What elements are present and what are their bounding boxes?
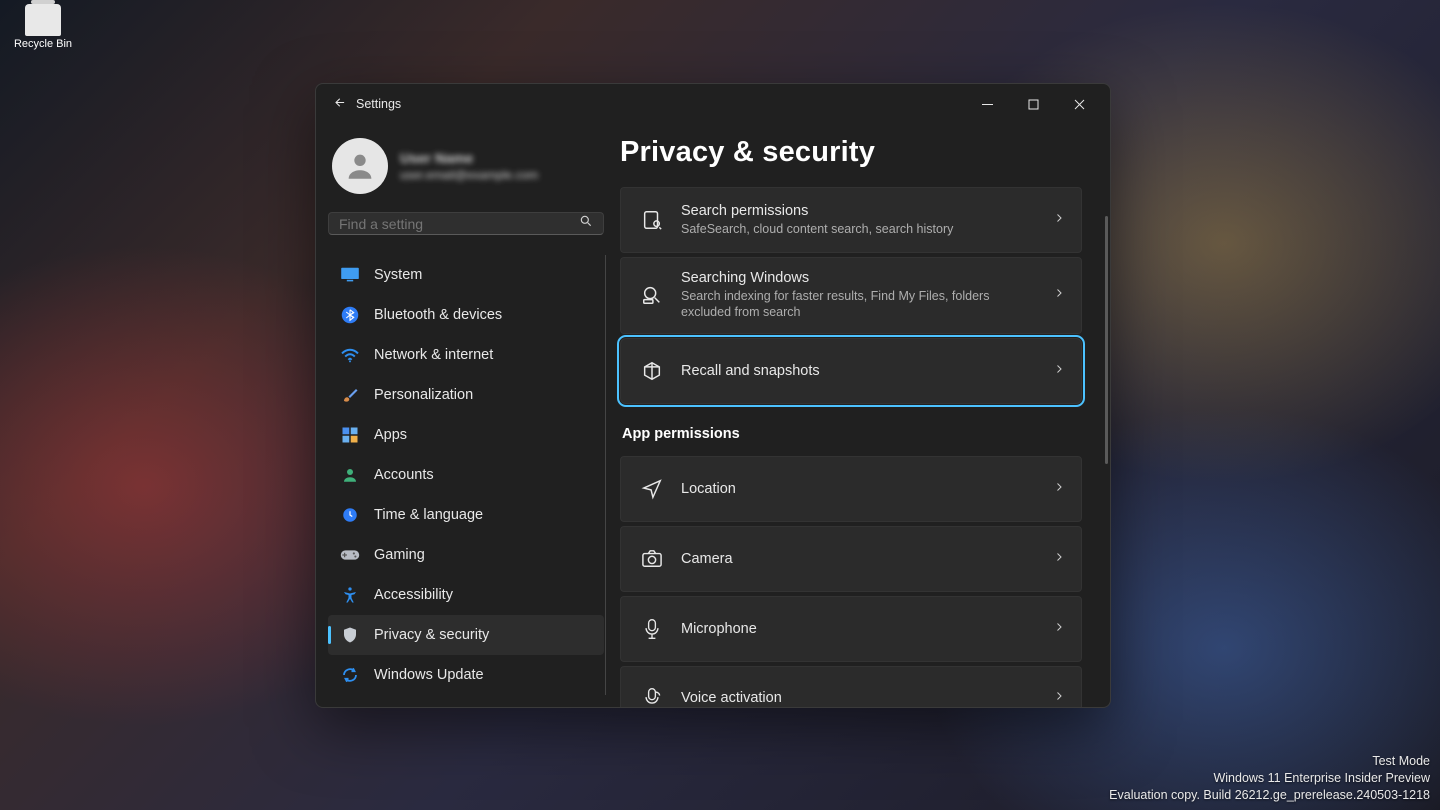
card-searching-windows[interactable]: Searching Windows Search indexing for fas… <box>620 257 1082 334</box>
search-input-wrap[interactable] <box>328 212 604 235</box>
nav-system[interactable]: System <box>328 255 604 295</box>
card-title: Microphone <box>681 621 1035 637</box>
maximize-button[interactable] <box>1010 88 1056 120</box>
recycle-bin-label: Recycle Bin <box>8 38 78 50</box>
search-page-icon <box>641 209 663 231</box>
nav-gaming[interactable]: Gaming <box>328 535 604 575</box>
sidebar: User Name user.email@example.com System … <box>316 124 616 707</box>
minimize-button[interactable] <box>964 88 1010 120</box>
profile-email: user.email@example.com <box>400 168 538 182</box>
watermark-line2: Windows 11 Enterprise Insider Preview <box>1109 770 1430 787</box>
nav-personalization[interactable]: Personalization <box>328 375 604 415</box>
watermark-line3: Evaluation copy. Build 26212.ge_prerelea… <box>1109 787 1430 804</box>
display-icon <box>340 265 360 285</box>
shield-icon <box>340 625 360 645</box>
chevron-right-icon <box>1053 286 1065 304</box>
desktop-watermark: Test Mode Windows 11 Enterprise Insider … <box>1109 753 1430 804</box>
person-icon <box>340 465 360 485</box>
scrollbar[interactable] <box>1105 216 1108 464</box>
apps-icon <box>340 425 360 445</box>
camera-icon <box>641 549 663 569</box>
nav-label: Gaming <box>374 547 425 563</box>
card-title: Recall and snapshots <box>681 363 1035 379</box>
voice-icon <box>641 687 663 707</box>
nav-update[interactable]: Windows Update <box>328 655 604 695</box>
recycle-bin-icon <box>25 4 61 36</box>
nav-label: Personalization <box>374 387 473 403</box>
chevron-right-icon <box>1053 550 1065 568</box>
nav-accounts[interactable]: Accounts <box>328 455 604 495</box>
search-index-icon <box>641 284 663 306</box>
card-subtitle: SafeSearch, cloud content search, search… <box>681 221 1035 237</box>
nav-label: System <box>374 267 422 283</box>
card-title: Searching Windows <box>681 270 1035 286</box>
gamepad-icon <box>340 545 360 565</box>
chevron-right-icon <box>1053 211 1065 229</box>
nav-label: Network & internet <box>374 347 493 363</box>
settings-window: Settings User Name user.email@example.co… <box>315 83 1111 708</box>
card-title: Search permissions <box>681 203 1035 219</box>
close-button[interactable] <box>1056 88 1102 120</box>
nav-accessibility[interactable]: Accessibility <box>328 575 604 615</box>
window-title: Settings <box>356 97 401 111</box>
profile-block[interactable]: User Name user.email@example.com <box>328 134 604 202</box>
page-title: Privacy & security <box>620 136 1086 169</box>
profile-name: User Name <box>400 150 538 166</box>
nav-label: Windows Update <box>374 667 484 683</box>
search-icon <box>579 214 593 233</box>
chevron-right-icon <box>1053 362 1065 380</box>
card-recall-snapshots[interactable]: Recall and snapshots <box>620 338 1082 404</box>
back-button[interactable] <box>324 95 352 114</box>
brush-icon <box>340 385 360 405</box>
nav-label: Accounts <box>374 467 434 483</box>
chevron-right-icon <box>1053 689 1065 707</box>
search-input[interactable] <box>339 216 579 232</box>
content: Privacy & security Search permissions Saf… <box>616 124 1110 707</box>
recycle-bin[interactable]: Recycle Bin <box>8 0 78 50</box>
bluetooth-icon <box>340 305 360 325</box>
nav-time[interactable]: Time & language <box>328 495 604 535</box>
clock-icon <box>340 505 360 525</box>
titlebar: Settings <box>316 84 1110 124</box>
nav-label: Time & language <box>374 507 483 523</box>
nav-label: Privacy & security <box>374 627 489 643</box>
card-title: Voice activation <box>681 690 1035 706</box>
card-subtitle: Search indexing for faster results, Find… <box>681 288 1035 321</box>
card-location[interactable]: Location <box>620 456 1082 522</box>
watermark-line1: Test Mode <box>1109 753 1430 770</box>
nav: System Bluetooth & devices Network & int… <box>328 255 604 695</box>
card-title: Camera <box>681 551 1035 567</box>
nav-network[interactable]: Network & internet <box>328 335 604 375</box>
avatar <box>332 138 388 194</box>
chevron-right-icon <box>1053 620 1065 638</box>
card-camera[interactable]: Camera <box>620 526 1082 592</box>
location-icon <box>641 478 663 500</box>
nav-bluetooth[interactable]: Bluetooth & devices <box>328 295 604 335</box>
section-app-permissions: App permissions <box>622 426 1082 442</box>
update-icon <box>340 665 360 685</box>
accessibility-icon <box>340 585 360 605</box>
nav-privacy[interactable]: Privacy & security <box>328 615 604 655</box>
wifi-icon <box>340 345 360 365</box>
card-title: Location <box>681 481 1035 497</box>
nav-label: Bluetooth & devices <box>374 307 502 323</box>
chevron-right-icon <box>1053 480 1065 498</box>
card-search-permissions[interactable]: Search permissions SafeSearch, cloud cont… <box>620 187 1082 253</box>
nav-label: Accessibility <box>374 587 453 603</box>
card-voice-activation[interactable]: Voice activation <box>620 666 1082 708</box>
recall-icon <box>641 360 663 382</box>
microphone-icon <box>641 618 663 640</box>
nav-apps[interactable]: Apps <box>328 415 604 455</box>
card-microphone[interactable]: Microphone <box>620 596 1082 662</box>
nav-label: Apps <box>374 427 407 443</box>
